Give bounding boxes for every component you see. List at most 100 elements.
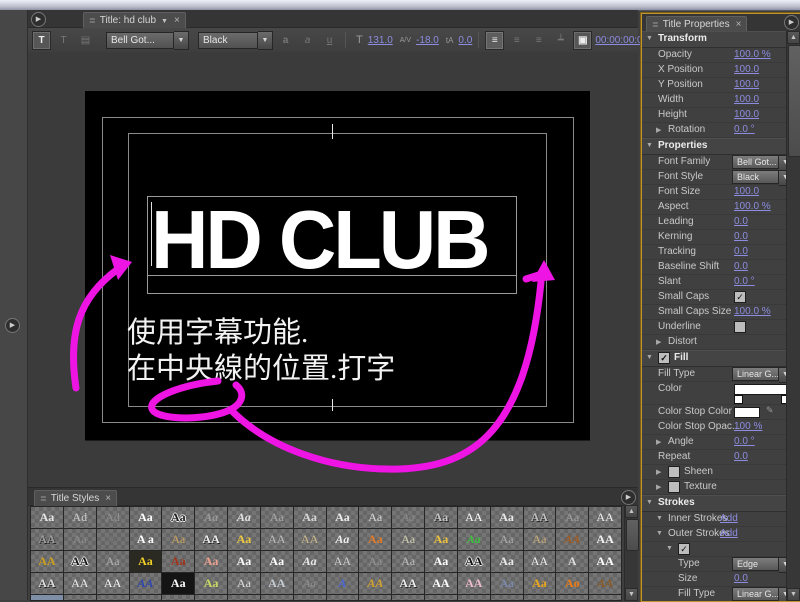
style-swatch[interactable]: AA [524,551,556,572]
prop-value[interactable]: 0.0 [734,573,748,584]
prop-value[interactable]: 100 % [734,421,762,432]
style-swatch[interactable]: A [327,573,359,594]
style-swatch[interactable]: AA [392,573,424,594]
style-swatch[interactable]: Aa [392,507,424,528]
style-swatch[interactable]: Aa [425,529,457,550]
checkbox[interactable] [668,466,680,478]
style-swatch[interactable]: AA [31,529,63,550]
dropdown-value[interactable]: Linear G... [732,367,779,381]
style-swatch[interactable]: Aa [228,573,260,594]
checkbox[interactable] [668,481,680,493]
style-swatch[interactable]: Aa [195,573,227,594]
style-swatch[interactable]: Aa [294,573,326,594]
style-swatch[interactable]: Aa [425,595,457,601]
style-swatch[interactable]: AA [556,529,588,550]
bold-button[interactable]: a [276,31,295,50]
font-style-value[interactable]: Black [198,32,258,49]
style-swatch[interactable]: Aa [359,551,391,572]
tab-close-icon[interactable]: × [105,493,111,504]
italic-button[interactable]: a [298,31,317,50]
twirl-icon[interactable]: ▶ [656,438,661,446]
style-swatch[interactable]: Ao [556,573,588,594]
style-swatch[interactable]: AA [589,551,621,572]
style-swatch[interactable]: Aa [31,595,63,601]
style-swatch[interactable]: Aa [524,573,556,594]
style-swatch[interactable]: Aa [162,507,194,528]
style-swatch[interactable]: AA [294,529,326,550]
style-swatch[interactable]: Aa [491,529,523,550]
font-size-value[interactable]: 131.0 [368,35,393,46]
style-swatch[interactable]: AA [425,573,457,594]
font-family-dropdown[interactable]: Bell Got... ▼ [106,31,189,50]
panel-menu-button[interactable]: ▶ [31,12,46,27]
style-swatch[interactable]: Aa [261,507,293,528]
checkbox[interactable] [734,321,746,333]
prop-dropdown[interactable]: Linear G...▼ [732,587,787,601]
add-stroke-link[interactable]: Add [720,513,738,524]
prop-value[interactable]: 100.0 [734,94,759,105]
leading-value[interactable]: 0.0 [458,35,472,46]
dropdown-value[interactable]: Bell Got... [732,155,779,169]
twirl-icon[interactable]: ▼ [646,142,653,149]
style-swatch[interactable]: Aa [491,573,523,594]
prop-dropdown[interactable]: Edge▼ [732,557,787,573]
style-swatch[interactable]: AA [97,573,129,594]
style-swatch[interactable]: Aa [425,551,457,572]
style-swatch[interactable]: Aa [556,507,588,528]
style-swatch[interactable]: A [556,551,588,572]
prop-value[interactable]: 100.0 % [734,49,771,60]
style-swatch[interactable]: Aa [425,507,457,528]
checkbox[interactable]: ✓ [734,291,746,303]
font-style-dropdown[interactable]: Black ▼ [198,31,273,50]
collapse-panel-button[interactable]: ▶ [5,318,20,333]
prop-dropdown[interactable]: Linear G...▼ [732,367,787,383]
style-swatch[interactable]: AA [327,551,359,572]
dropdown-value[interactable]: Linear G... [732,587,779,601]
style-swatch[interactable]: AA [195,595,227,601]
style-swatch[interactable]: AA [195,529,227,550]
twirl-icon[interactable]: ▶ [656,483,661,491]
style-swatch[interactable]: Aa [458,529,490,550]
kerning-value[interactable]: -18.0 [416,35,439,46]
style-swatch[interactable]: Aa [228,551,260,572]
style-swatch[interactable]: Aa [228,507,260,528]
style-swatch[interactable]: AA [327,595,359,601]
properties-scrollbar[interactable]: ▲ ▼ [786,31,800,601]
style-swatch[interactable]: Aa [261,551,293,572]
panel-menu-button[interactable]: ▶ [621,490,636,505]
align-right-button[interactable]: ≡ [529,31,548,50]
gradient-color-bar[interactable] [734,384,787,395]
style-swatch[interactable]: AA [458,573,490,594]
twirl-icon[interactable]: ▼ [646,499,653,506]
twirl-icon[interactable]: ▶ [656,126,661,134]
style-swatch[interactable]: Aa [294,595,326,601]
title-text[interactable]: HD CLUB [151,198,488,281]
style-swatch[interactable]: Aa [162,551,194,572]
styles-scrollbar[interactable]: ▲ ▼ [624,505,638,601]
style-swatch[interactable]: AA [524,507,556,528]
style-swatch[interactable]: Aa [31,507,63,528]
prop-value[interactable]: 0.0 [734,216,748,227]
style-swatch[interactable]: Ad [97,507,129,528]
style-swatch[interactable]: AA [359,573,391,594]
style-swatch[interactable]: AA [589,507,621,528]
style-swatch[interactable]: A a [130,529,162,550]
twirl-icon[interactable]: ▼ [656,515,663,522]
style-swatch[interactable]: Aa [359,529,391,550]
style-swatch[interactable]: Aa [294,507,326,528]
style-swatch[interactable]: Ad [64,507,96,528]
color-swatch[interactable] [734,407,760,418]
style-swatch[interactable]: AA [162,595,194,601]
prop-value[interactable]: 0.0 ° [734,276,755,287]
style-swatch[interactable]: AA [97,595,129,601]
twirl-icon[interactable]: ▼ [656,530,663,537]
underline-button[interactable]: u [320,31,339,50]
scroll-down-icon[interactable]: ▼ [787,588,800,601]
scroll-down-icon[interactable]: ▼ [625,588,638,601]
tab-title-styles[interactable]: ≣Title Styles× [34,490,117,506]
panel-menu-button[interactable]: ▶ [784,15,799,30]
style-swatch[interactable]: Aa [130,551,162,572]
twirl-icon[interactable]: ▶ [656,468,661,476]
prop-value[interactable]: 0.0 [734,261,748,272]
style-swatch[interactable]: ~ [392,595,424,601]
